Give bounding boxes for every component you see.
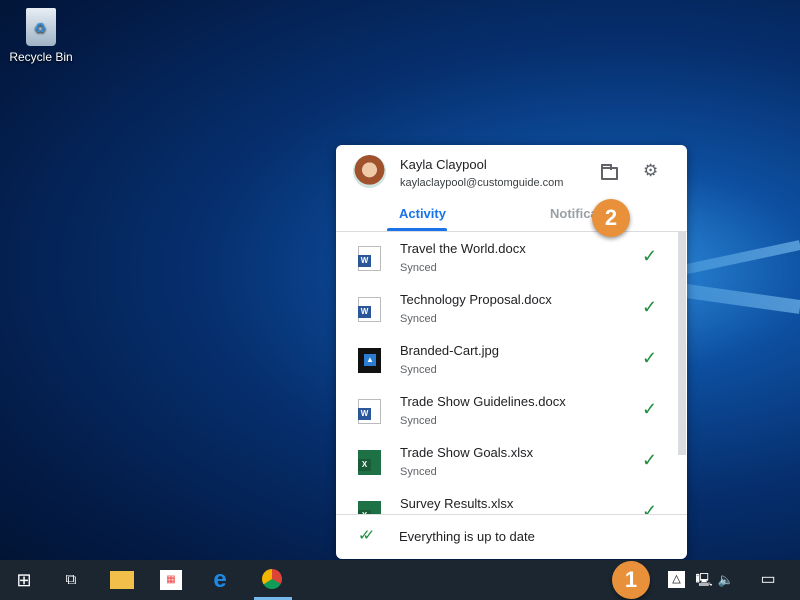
file-row[interactable]: X Trade Show Goals.xlsx Synced ✓ — [336, 436, 676, 487]
account-name: Kayla Claypool — [400, 157, 487, 172]
file-row[interactable]: X Survey Results.xlsx Synced ✓ — [336, 487, 676, 514]
activity-list: W Travel the World.docx Synced ✓ W Techno… — [336, 232, 687, 514]
file-status: Synced — [400, 364, 437, 376]
action-center-icon[interactable]: ▭ — [756, 568, 780, 592]
file-status: Synced — [400, 415, 437, 427]
file-status: Synced — [400, 262, 437, 274]
folder-icon[interactable] — [601, 164, 618, 180]
drive-sync-panel: Kayla Claypool kaylaclaypool@customguide… — [336, 145, 687, 559]
check-icon: ✓ — [642, 450, 658, 470]
gear-icon[interactable]: ⚙ — [643, 161, 658, 181]
check-icon: ✓ — [642, 297, 658, 317]
recycle-bin[interactable]: ♻ Recycle Bin — [6, 8, 76, 64]
excel-file-icon: X — [358, 450, 381, 475]
sync-status-text: Everything is up to date — [399, 529, 535, 544]
double-check-icon: ✓✓ — [358, 527, 375, 544]
file-name: Survey Results.xlsx — [400, 496, 514, 511]
callout-1: 1 — [612, 561, 650, 599]
start-windows-icon[interactable]: ⊞ — [12, 568, 36, 592]
taskbar: ⊞ ⧉ ▦ e △ 🖳 🔈 ▭ 1 — [0, 560, 800, 600]
scrollbar[interactable] — [678, 232, 686, 455]
task-view-icon[interactable]: ⧉ — [59, 568, 83, 592]
file-name: Travel the World.docx — [400, 241, 526, 256]
excel-file-icon: X — [358, 501, 381, 514]
image-file-icon: ▲ — [358, 348, 381, 373]
store-icon[interactable]: ▦ — [160, 570, 182, 590]
network-icon[interactable]: 🖳 — [692, 568, 716, 592]
check-icon: ✓ — [642, 246, 658, 266]
chrome-icon[interactable] — [262, 569, 282, 589]
word-file-icon: W — [358, 246, 381, 271]
recycle-bin-icon: ♻ — [26, 8, 56, 46]
check-icon: ✓ — [642, 348, 658, 368]
sync-status-footer: ✓✓ Everything is up to date — [336, 514, 687, 559]
word-file-icon: W — [358, 399, 381, 424]
callout-2: 2 — [592, 199, 630, 237]
account-email: kaylaclaypool@customguide.com — [400, 177, 564, 189]
avatar — [353, 155, 386, 188]
file-status: Synced — [400, 313, 437, 325]
file-row[interactable]: W Technology Proposal.docx Synced ✓ — [336, 283, 676, 334]
file-name: Trade Show Goals.xlsx — [400, 445, 534, 460]
google-drive-tray-icon[interactable]: △ — [668, 571, 685, 588]
edge-icon[interactable]: e — [208, 568, 232, 592]
file-row[interactable]: W Trade Show Guidelines.docx Synced ✓ — [336, 385, 676, 436]
divider — [336, 514, 687, 515]
file-name: Branded-Cart.jpg — [400, 343, 499, 358]
volume-icon[interactable]: 🔈 — [714, 568, 738, 592]
file-row[interactable]: W Travel the World.docx Synced ✓ — [336, 232, 676, 283]
tab-activity[interactable]: Activity — [399, 206, 446, 221]
file-status: Synced — [400, 466, 437, 478]
file-row[interactable]: ▲ Branded-Cart.jpg Synced ✓ — [336, 334, 676, 385]
file-name: Technology Proposal.docx — [400, 292, 552, 307]
check-icon: ✓ — [642, 399, 658, 419]
check-icon: ✓ — [642, 501, 658, 514]
file-name: Trade Show Guidelines.docx — [400, 394, 566, 409]
recycle-bin-label: Recycle Bin — [9, 50, 73, 64]
word-file-icon: W — [358, 297, 381, 322]
file-explorer-icon[interactable] — [110, 571, 134, 589]
